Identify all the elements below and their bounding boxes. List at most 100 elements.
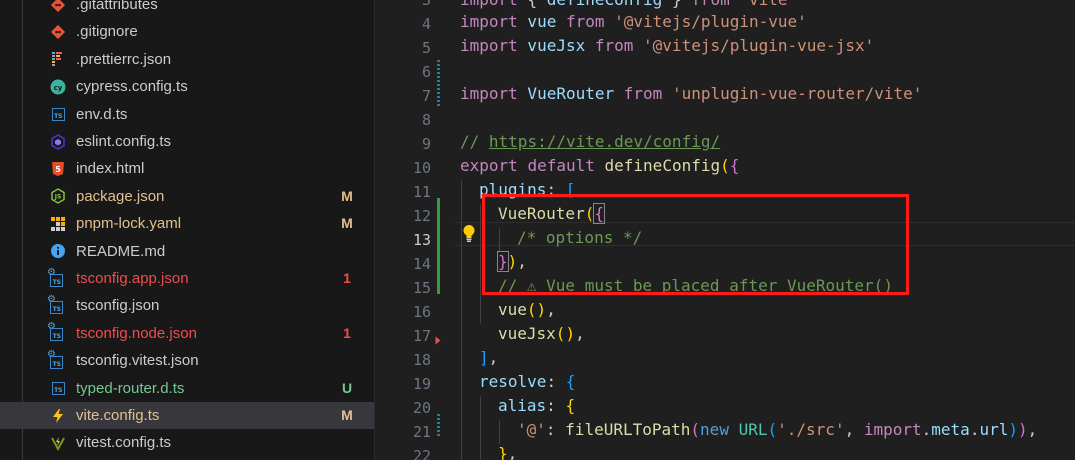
line-number: 17 xyxy=(412,327,431,345)
bracket-token: ] xyxy=(479,348,489,367)
file-item[interactable]: eslint.config.ts xyxy=(0,128,374,155)
file-item[interactable]: .prettierrc.json xyxy=(0,46,374,73)
line-number: 20 xyxy=(412,399,431,417)
file-item[interactable]: README.md xyxy=(0,238,374,265)
file-item[interactable]: .gitattributes xyxy=(0,0,374,18)
tsconfig-icon: ⚙ TS xyxy=(47,266,63,287)
matched-bracket-token: } xyxy=(497,251,509,272)
svg-text:JS: JS xyxy=(54,194,62,201)
property-token: meta xyxy=(931,420,970,439)
modified-line-marker[interactable] xyxy=(437,60,440,84)
bracket-token: ( xyxy=(690,420,701,439)
file-item[interactable]: ⚙ TS tsconfig.vitest.json xyxy=(0,347,374,374)
file-item[interactable]: JS package.json M xyxy=(0,183,374,210)
added-lines-marker[interactable] xyxy=(437,198,440,294)
svg-text:5: 5 xyxy=(55,165,61,174)
punctuation-token: . xyxy=(969,420,980,439)
bracket-token: } xyxy=(498,444,508,460)
file-name: .gitattributes xyxy=(76,0,158,13)
git-status-badge: 1 xyxy=(343,324,351,341)
property-token: resolve xyxy=(479,372,547,391)
identifier-token: vueJsx xyxy=(517,36,595,55)
file-name: README.md xyxy=(76,242,166,260)
line-number: 18 xyxy=(412,351,431,369)
line-number: 9 xyxy=(421,135,431,153)
line-number: 6 xyxy=(421,63,431,81)
code-line-7[interactable]: import VueRouter from 'unplugin-vue-rout… xyxy=(460,82,922,106)
git-status-badge: M xyxy=(341,407,353,423)
comment-link[interactable]: https://vite.dev/config/ xyxy=(489,132,720,151)
property-token: url xyxy=(979,420,1009,439)
code-line-11[interactable]: plugins: [ xyxy=(479,178,575,202)
indent-guide xyxy=(480,204,481,324)
punctuation-token: : xyxy=(546,180,566,199)
code-line-17[interactable]: vueJsx(), xyxy=(498,322,585,346)
indent-guide xyxy=(461,180,462,460)
code-line-21[interactable]: '@': fileURLToPath(new URL('./src', impo… xyxy=(517,418,1037,442)
line-number: 14 xyxy=(412,255,431,273)
property-token: plugins xyxy=(479,180,547,199)
bracket-token: ) xyxy=(1018,420,1028,439)
file-item[interactable]: ⚙ TS tsconfig.node.json 1 xyxy=(0,320,374,347)
tsconfig-icon: ⚙ TS xyxy=(47,293,63,314)
file-item[interactable]: pnpm-lock.yaml M xyxy=(0,210,374,237)
line-number: 3 xyxy=(421,0,431,9)
punctuation-token: , xyxy=(517,252,527,271)
vitest-icon xyxy=(49,434,67,451)
tsconfig-icon: ⚙ TS xyxy=(47,348,63,369)
keyword-token: from xyxy=(623,84,663,103)
file-item[interactable]: cy cypress.config.ts xyxy=(0,73,374,100)
file-item[interactable]: ⚙ TS tsconfig.app.json 1 xyxy=(0,265,374,292)
code-line-15[interactable]: // ⚠ Vue must be placed after VueRouter(… xyxy=(498,274,893,298)
class-token: URL xyxy=(738,420,768,439)
file-item[interactable]: vite.config.ts M xyxy=(0,402,374,429)
bracket-token: ) xyxy=(1008,420,1018,439)
line-number: 8 xyxy=(421,111,431,129)
bracket-token: ( xyxy=(584,204,595,223)
line-number: 16 xyxy=(412,303,431,321)
code-line-18[interactable]: ], xyxy=(479,346,498,370)
keyword-token: export xyxy=(460,156,518,175)
keyword-token: import xyxy=(460,12,518,31)
code-line-22[interactable]: }, xyxy=(498,442,517,460)
code-line-12[interactable]: VueRouter({ xyxy=(498,202,605,226)
punctuation-token: , xyxy=(488,348,499,367)
line-number: 7 xyxy=(421,87,431,105)
modified-line-marker[interactable] xyxy=(437,84,440,108)
file-item[interactable]: TS env.d.ts xyxy=(0,101,374,128)
html-icon: 5 xyxy=(49,160,67,177)
file-name: index.html xyxy=(76,160,145,178)
code-line-5[interactable]: import vueJsx from '@vitejs/plugin-vue-j… xyxy=(460,34,874,58)
code-line-10[interactable]: export default defineConfig({ xyxy=(460,154,739,178)
bracket-token: ( xyxy=(555,324,566,343)
prettier-icon xyxy=(49,51,67,68)
file-item[interactable]: vitest.config.ts xyxy=(0,429,374,456)
file-item[interactable]: ⚙ TS tsconfig.json xyxy=(0,292,374,319)
modified-line-marker[interactable] xyxy=(437,414,440,438)
code-line-13[interactable]: /* options */ xyxy=(517,226,642,250)
code-line-19[interactable]: resolve: { xyxy=(479,370,575,394)
file-name: env.d.ts xyxy=(76,105,128,123)
line-number: 22 xyxy=(412,447,431,460)
line-number: 4 xyxy=(421,15,431,33)
code-line-14[interactable]: }), xyxy=(497,250,527,274)
deleted-lines-marker[interactable] xyxy=(435,336,441,345)
file-item[interactable]: TS typed-router.d.ts U xyxy=(0,375,374,402)
file-item[interactable]: 5 index.html xyxy=(0,155,374,182)
file-name: vite.config.ts xyxy=(76,407,160,424)
code-line-9[interactable]: // https://vite.dev/config/ xyxy=(460,130,720,154)
identifier-token: VueRouter xyxy=(517,84,624,103)
tsconfig-icon: ⚙ TS xyxy=(47,321,63,342)
keyword-token: from xyxy=(594,36,634,55)
code-line-16[interactable]: vue(), xyxy=(498,298,556,322)
code-editor[interactable]: 3 4 5 6 7 8 9 10 11 12 13 14 15 16 17 18 19 20 21 22 import… xyxy=(375,0,1075,460)
punctuation-token: , xyxy=(507,444,518,460)
code-line-4[interactable]: import vue from '@vitejs/plugin-vue' xyxy=(460,10,807,34)
keyword-token: new xyxy=(700,420,729,439)
code-line-20[interactable]: alias: { xyxy=(498,394,575,418)
lightbulb-icon[interactable] xyxy=(462,224,476,244)
file-item[interactable]: .gitignore xyxy=(0,18,374,45)
